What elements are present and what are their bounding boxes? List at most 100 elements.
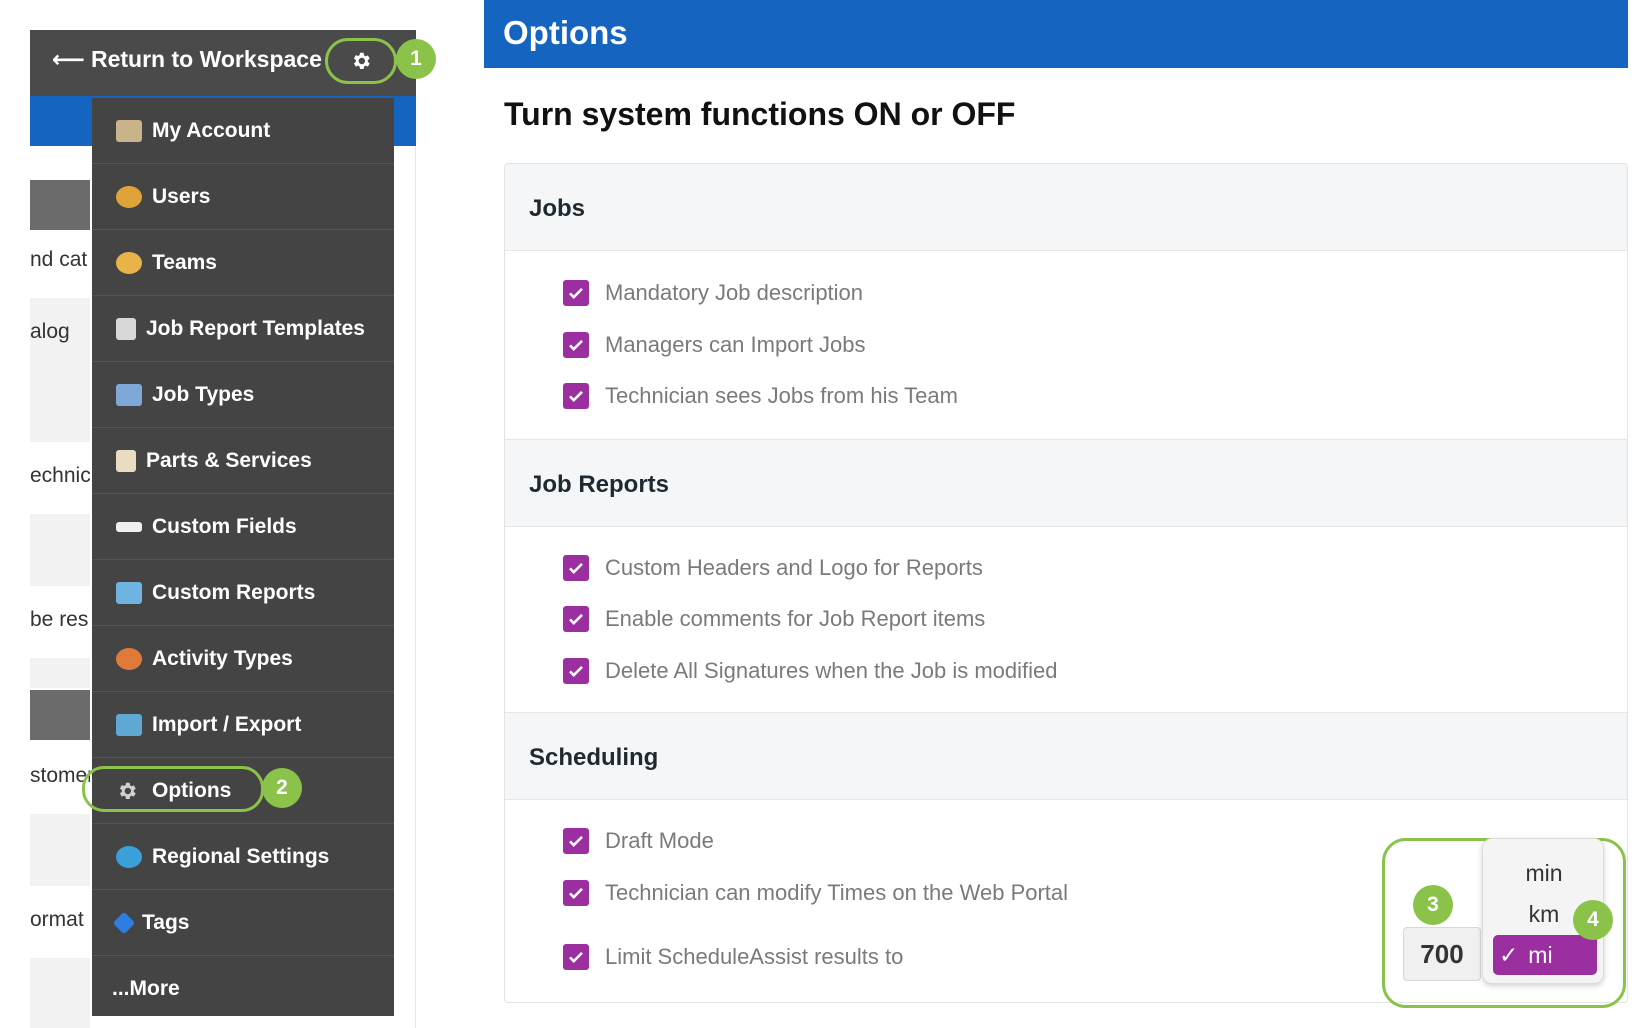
menu-item-label: Custom Fields — [152, 514, 297, 538]
option-label: Technician can modify Times on the Web P… — [605, 880, 1069, 905]
menu-item-label: Parts & Services — [146, 448, 312, 472]
option-mandatory-job-description: Mandatory Job description — [563, 280, 863, 306]
menu-item-label: Import / Export — [152, 712, 302, 736]
settings-gear-button[interactable] — [325, 38, 397, 84]
menu-item-label: Activity Types — [152, 646, 293, 670]
option-label: Mandatory Job description — [605, 280, 864, 305]
return-label: Return to Workspace — [90, 46, 322, 72]
checkmark-icon — [569, 887, 583, 899]
section-header-scheduling: Scheduling — [505, 712, 1627, 800]
menu-item-job-report-templates[interactable]: Job Report Templates — [92, 296, 394, 362]
menu-item-users[interactable]: Users — [92, 164, 394, 230]
users-icon — [116, 185, 142, 208]
option-limit-scheduleassist: Limit ScheduleAssist results to — [563, 944, 903, 970]
menu-item-activity-types[interactable]: Activity Types — [92, 626, 394, 692]
menu-item-custom-fields[interactable]: Custom Fields — [92, 494, 394, 560]
gear-icon — [353, 52, 370, 69]
option-technician-sees-team-jobs: Technician sees Jobs from his Team — [563, 383, 958, 409]
checkmark-icon — [569, 562, 583, 574]
step-badge-3: 3 — [1413, 885, 1453, 925]
background-text: be res — [30, 608, 89, 631]
menu-item-regional-settings[interactable]: Regional Settings — [92, 824, 394, 890]
globe-icon — [116, 845, 142, 868]
menu-item-custom-reports[interactable]: Custom Reports — [92, 560, 394, 626]
checkmark-icon — [569, 390, 583, 402]
checkmark-icon — [569, 665, 583, 677]
import-export-icon — [116, 713, 142, 736]
unit-option-min[interactable]: min — [1483, 853, 1605, 893]
background-row — [30, 514, 90, 586]
background-row — [30, 814, 90, 886]
menu-item-label: Users — [152, 184, 211, 208]
checkbox[interactable] — [563, 383, 589, 409]
background-header — [30, 180, 90, 230]
checkmark-icon — [569, 951, 583, 963]
menu-item-label: Job Report Templates — [146, 316, 365, 340]
option-label: Enable comments for Job Report items — [605, 606, 986, 631]
background-text: nd cat — [30, 248, 88, 271]
checkbox[interactable] — [563, 280, 589, 306]
menu-item-tags[interactable]: Tags — [92, 890, 394, 956]
unit-option-mi[interactable]: ✓ mi — [1493, 935, 1597, 975]
report-template-icon — [116, 317, 136, 340]
job-types-icon — [116, 383, 142, 406]
id-card-icon — [116, 119, 142, 142]
background-text: alog — [30, 320, 70, 343]
checkbox[interactable] — [563, 880, 589, 906]
menu-item-teams[interactable]: Teams — [92, 230, 394, 296]
background-text: ormat — [30, 908, 84, 931]
checkbox[interactable] — [563, 944, 589, 970]
menu-item-parts-services[interactable]: Parts & Services — [92, 428, 394, 494]
unit-option-label: mi — [1528, 941, 1553, 968]
menu-item-label: Regional Settings — [152, 844, 330, 868]
section-header-jobs: Jobs — [505, 164, 1627, 251]
clipboard-icon — [116, 449, 136, 472]
settings-dropdown-menu: My Account Users Teams Job Report Templa… — [92, 98, 394, 1016]
limit-value-input[interactable]: 700 — [1403, 927, 1481, 981]
background-row — [30, 658, 90, 688]
option-technician-modify-times: Technician can modify Times on the Web P… — [563, 880, 1068, 906]
return-to-workspace-button[interactable]: ⟵ Return to Workspace — [52, 46, 322, 73]
option-managers-import-jobs: Managers can Import Jobs — [563, 332, 865, 358]
checkmark-icon — [569, 835, 583, 847]
menu-item-import-export[interactable]: Import / Export — [92, 692, 394, 758]
background-row — [30, 958, 90, 1028]
menu-item-my-account[interactable]: My Account — [92, 98, 394, 164]
checkbox[interactable] — [563, 828, 589, 854]
options-highlight-ring — [82, 766, 264, 812]
option-custom-headers-logo: Custom Headers and Logo for Reports — [563, 555, 983, 581]
checkmark-icon — [569, 287, 583, 299]
checkmark-icon — [569, 339, 583, 351]
menu-item-label: Custom Reports — [152, 580, 316, 604]
background-text: stomer — [30, 764, 90, 787]
step-badge-4: 4 — [1573, 900, 1613, 940]
check-icon: ✓ — [1499, 941, 1519, 968]
option-label: Custom Headers and Logo for Reports — [605, 555, 983, 580]
checkbox[interactable] — [563, 555, 589, 581]
checkbox[interactable] — [563, 658, 589, 684]
options-header: Options — [484, 0, 1628, 68]
step-badge-2: 2 — [262, 768, 302, 808]
tag-icon — [112, 911, 136, 934]
menu-item-label: My Account — [152, 118, 271, 142]
option-delete-signatures: Delete All Signatures when the Job is mo… — [563, 658, 1057, 684]
option-label: Delete All Signatures when the Job is mo… — [605, 658, 1058, 683]
step-badge-1: 1 — [396, 39, 436, 79]
option-enable-comments: Enable comments for Job Report items — [563, 606, 985, 632]
menu-item-job-types[interactable]: Job Types — [92, 362, 394, 428]
arrow-left-icon: ⟵ — [52, 46, 85, 72]
menu-item-label: Teams — [152, 250, 217, 274]
background-header — [30, 690, 90, 740]
background-text: echnic — [30, 464, 90, 487]
option-label: Managers can Import Jobs — [605, 332, 866, 357]
menu-item-label: ...More — [112, 977, 180, 1000]
checkbox[interactable] — [563, 606, 589, 632]
custom-reports-icon — [116, 581, 142, 604]
option-label: Technician sees Jobs from his Team — [605, 383, 958, 408]
checkmark-icon — [569, 613, 583, 625]
section-header-job-reports: Job Reports — [505, 439, 1627, 527]
activity-types-icon — [116, 647, 142, 670]
page-title: Turn system functions ON or OFF — [504, 96, 1016, 132]
checkbox[interactable] — [563, 332, 589, 358]
menu-item-more[interactable]: ...More — [92, 956, 394, 1022]
